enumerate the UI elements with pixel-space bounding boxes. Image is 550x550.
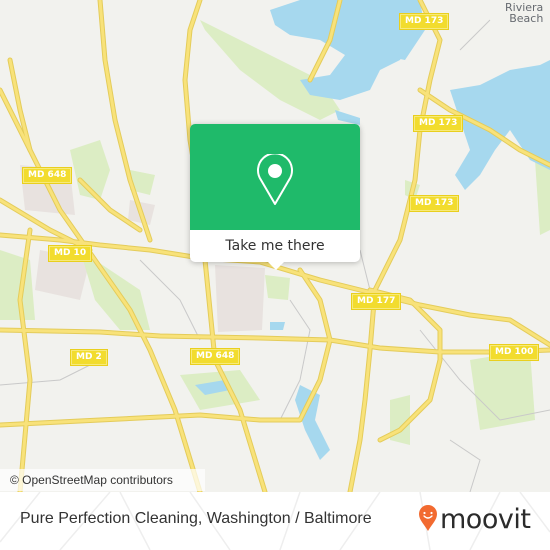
popup-pointer — [268, 262, 284, 270]
road-label-md173: MD 173 — [398, 13, 450, 30]
water-body — [335, 110, 360, 125]
water-body — [270, 322, 285, 330]
map[interactable]: Riviera Beach MD 173 MD 173 MD 173 MD 64… — [0, 0, 550, 492]
location-pin-icon — [257, 154, 293, 205]
location-popup: Take me there — [190, 124, 360, 270]
popup-header — [190, 124, 360, 230]
road-label-md2: MD 2 — [70, 349, 108, 366]
road-label-md177: MD 177 — [350, 293, 402, 310]
park-area — [470, 350, 535, 430]
place-label-line: Beach — [509, 12, 544, 25]
footer: Pure Perfection Cleaning, Washington / B… — [0, 492, 550, 550]
water-body — [450, 60, 550, 190]
minor-road — [359, 249, 371, 291]
road-label-md648: MD 648 — [21, 167, 73, 184]
moovit-pin-icon — [419, 505, 437, 531]
minor-road — [459, 19, 491, 51]
road-label-md10: MD 10 — [47, 245, 93, 262]
park-area — [265, 275, 290, 300]
map-attribution[interactable]: © OpenStreetMap contributors — [0, 469, 205, 491]
water-body — [380, 0, 425, 60]
take-me-there-button[interactable]: Take me there — [190, 230, 360, 262]
place-title: Pure Perfection Cleaning, Washington / B… — [20, 510, 372, 527]
road-label-md173: MD 173 — [412, 115, 464, 132]
road-label-md173: MD 173 — [408, 195, 460, 212]
moovit-wordmark: moovit — [440, 504, 531, 535]
road-label-md100: MD 100 — [488, 344, 540, 361]
park-area — [0, 250, 35, 320]
place-label-riviera-beach: Riviera Beach — [505, 2, 543, 24]
urban-area — [215, 265, 265, 332]
minor-road — [449, 439, 481, 492]
road — [8, 58, 32, 152]
road-label-md648: MD 648 — [189, 348, 241, 365]
